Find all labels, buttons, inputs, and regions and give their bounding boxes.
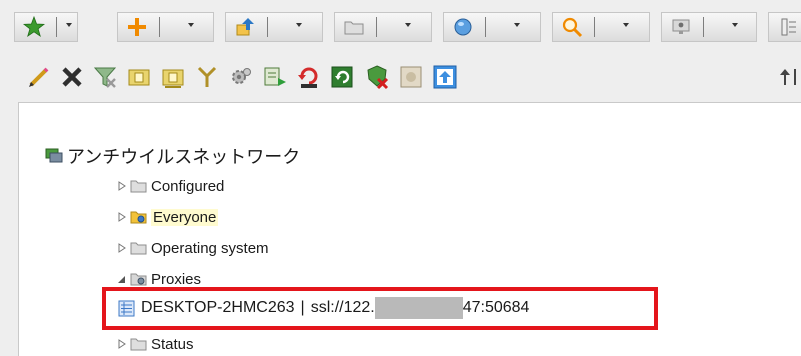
- layout-icon: [778, 16, 800, 38]
- chevron-down-icon[interactable]: [66, 23, 72, 27]
- tree-node-status[interactable]: Status: [117, 333, 194, 355]
- shield-remove-icon[interactable]: [364, 64, 390, 90]
- folder-icon: [130, 241, 147, 255]
- chevron-down-icon[interactable]: [296, 23, 302, 27]
- tree-expand-toggle[interactable]: [117, 212, 127, 222]
- tree-collapse-toggle[interactable]: [117, 274, 127, 284]
- chevron-down-icon[interactable]: [623, 23, 629, 27]
- tree-node-operating-system[interactable]: Operating system: [117, 237, 269, 259]
- chevron-down-icon[interactable]: [514, 23, 520, 27]
- tree-node-label: Status: [151, 335, 194, 353]
- dropdown-separator: [159, 17, 160, 37]
- plus-icon: [126, 16, 148, 38]
- dropdown-separator: [594, 17, 595, 37]
- favorites-dropdown-button[interactable]: [14, 12, 78, 42]
- tree-node-label: Configured: [151, 177, 225, 195]
- tree-node-label: Operating system: [151, 239, 269, 257]
- dropdown-separator: [485, 17, 486, 37]
- refresh-icon[interactable]: [330, 64, 356, 90]
- tree-node-everyone[interactable]: Everyone: [117, 206, 219, 228]
- folder-gear-icon: [130, 210, 147, 224]
- cube-icon: [452, 16, 474, 38]
- tree-expand-toggle[interactable]: [117, 181, 127, 191]
- move-up-icon[interactable]: [432, 64, 458, 90]
- tree-expand-toggle[interactable]: [117, 243, 127, 253]
- dropdown-separator: [376, 17, 377, 37]
- screen-dropdown-button[interactable]: [661, 12, 757, 42]
- layout-dropdown-button[interactable]: [768, 12, 801, 42]
- dropdown-separator: [703, 17, 704, 37]
- network-icon: [45, 147, 63, 165]
- tag-alt-icon[interactable]: [160, 64, 186, 90]
- disabled-icon[interactable]: [398, 64, 424, 90]
- upload-icon: [234, 16, 256, 38]
- star-icon: [23, 16, 45, 38]
- magnifier-icon: [561, 16, 583, 38]
- edit-pencil-icon[interactable]: [26, 64, 52, 90]
- chevron-down-icon[interactable]: [732, 23, 738, 27]
- deploy-dropdown-button[interactable]: [225, 12, 323, 42]
- folder-gear-icon: [130, 272, 147, 286]
- dropdown-separator: [267, 17, 268, 37]
- export-icon[interactable]: [262, 64, 288, 90]
- remove-filter-icon[interactable]: [92, 64, 118, 90]
- folder-icon: [130, 179, 147, 193]
- tree-node-configured[interactable]: Configured: [117, 175, 224, 197]
- group-dropdown-button[interactable]: [334, 12, 432, 42]
- settings-gear-icon[interactable]: [228, 64, 254, 90]
- chevron-down-icon[interactable]: [405, 23, 411, 27]
- actions-toolbar: [0, 56, 801, 98]
- main-toolbar: [0, 0, 801, 56]
- folder-icon: [343, 16, 365, 38]
- delete-x-icon[interactable]: [59, 64, 85, 90]
- tag-icon[interactable]: [126, 64, 152, 90]
- add-dropdown-button[interactable]: [117, 12, 214, 42]
- restore-icon[interactable]: [296, 64, 322, 90]
- folder-icon: [130, 337, 147, 351]
- merge-icon[interactable]: [194, 64, 220, 90]
- tree-root-label: アンチウイルスネットワーク: [67, 147, 301, 167]
- tree-node-label: Proxies: [151, 270, 202, 288]
- highlight-annotation: [102, 287, 658, 330]
- search-dropdown-button[interactable]: [552, 12, 650, 42]
- product-dropdown-button[interactable]: [443, 12, 541, 42]
- dropdown-separator: [56, 17, 57, 37]
- tree-node-label: Everyone: [151, 208, 219, 226]
- collapse-arrows-icon[interactable]: [777, 64, 801, 90]
- tree-root[interactable]: アンチウイルスネットワーク: [45, 143, 300, 169]
- monitor-icon: [670, 16, 692, 38]
- tree-expand-toggle[interactable]: [117, 339, 127, 349]
- chevron-down-icon[interactable]: [188, 23, 194, 27]
